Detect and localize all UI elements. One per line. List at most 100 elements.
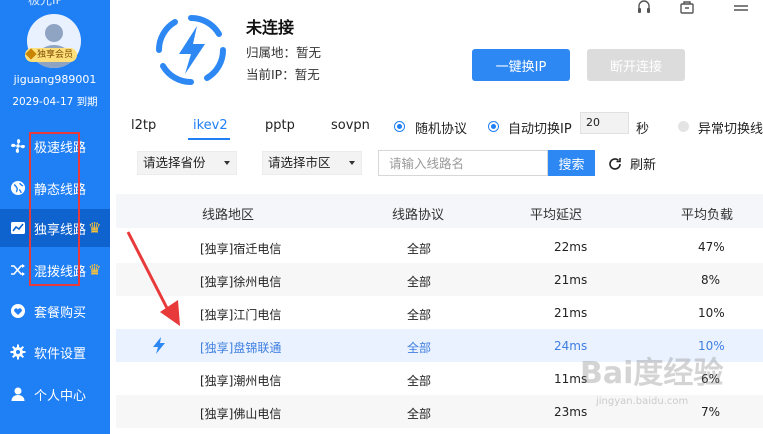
sidebar-item-label: 独享线路 bbox=[34, 222, 87, 238]
cell-protocol: 全部 bbox=[407, 341, 432, 355]
column-header-latency: 平均延迟 bbox=[530, 208, 583, 223]
connection-status: 未连接 bbox=[246, 18, 295, 37]
random-protocol-label: 随机协议 bbox=[415, 122, 468, 137]
minimize-icon[interactable] bbox=[733, 0, 749, 14]
disconnect-button[interactable]: 断开连接 bbox=[587, 49, 685, 81]
user-icon bbox=[10, 386, 26, 402]
shuffle-icon bbox=[10, 262, 26, 278]
cell-protocol: 全部 bbox=[407, 308, 432, 322]
city-select-value: 请选择市区 bbox=[268, 155, 331, 170]
location-value: 暂无 bbox=[296, 45, 322, 60]
cell-latency: 21ms bbox=[554, 306, 588, 320]
ip-value: 暂无 bbox=[294, 67, 320, 82]
share-icon[interactable] bbox=[679, 0, 695, 14]
diamond-icon bbox=[25, 48, 37, 60]
city-select[interactable]: 请选择市区 bbox=[262, 151, 362, 175]
tab-l2tp[interactable]: l2tp bbox=[131, 118, 156, 133]
sidebar-item-dedicated-lines[interactable]: 独享线路 ♛ bbox=[0, 209, 110, 247]
auto-switch-label: 自动切换IP bbox=[508, 122, 572, 137]
cell-latency: 21ms bbox=[554, 273, 588, 287]
seconds-unit: 秒 bbox=[636, 122, 650, 137]
cell-load: 6% bbox=[701, 372, 721, 386]
cell-region: [独享]徐州电信 bbox=[200, 275, 282, 289]
table-row[interactable]: [独享]佛山电信 全部 23ms 7% bbox=[116, 395, 763, 428]
cell-load: 10% bbox=[698, 306, 725, 320]
table-row[interactable]: [独享]宿迁电信 全部 22ms 47% bbox=[116, 230, 763, 263]
cell-load: 10% bbox=[698, 339, 725, 353]
cell-protocol: 全部 bbox=[407, 242, 432, 256]
auto-switch-radio[interactable] bbox=[488, 121, 499, 132]
province-select-value: 请选择省份 bbox=[143, 155, 206, 170]
sidebar-item-profile[interactable]: 个人中心 bbox=[0, 375, 110, 413]
sidebar-item-packages[interactable]: 套餐购买 bbox=[0, 292, 110, 330]
active-tab-underline bbox=[188, 138, 230, 140]
column-header-protocol: 线路协议 bbox=[392, 208, 445, 223]
tab-sovpn[interactable]: sovpn bbox=[331, 118, 370, 133]
cell-region: [独享]佛山电信 bbox=[200, 407, 282, 421]
table-header: 线路地区 线路协议 平均延迟 平均负载 bbox=[116, 194, 763, 228]
gear-icon bbox=[10, 344, 26, 360]
caret-down-icon bbox=[349, 161, 355, 165]
table-row-current[interactable]: [独享]盘锦联通 全部 24ms 10% bbox=[116, 329, 763, 362]
globe-icon bbox=[10, 180, 26, 196]
fan-icon bbox=[10, 138, 26, 154]
change-ip-button[interactable]: 一键换IP bbox=[472, 49, 570, 81]
expire-date: 2029-04-17 到期 bbox=[12, 96, 98, 108]
sidebar: 极光IP 独享会员 jiguang989001 2029-04-17 到期 极速… bbox=[0, 0, 110, 434]
cell-protocol: 全部 bbox=[407, 275, 432, 289]
sidebar-item-label: 套餐购买 bbox=[34, 305, 87, 321]
caret-down-icon bbox=[224, 161, 230, 165]
cell-load: 47% bbox=[698, 240, 725, 254]
cell-protocol: 全部 bbox=[407, 407, 432, 421]
cell-region: [独享]盘锦联通 bbox=[200, 341, 282, 355]
cell-region: [独享]江门电信 bbox=[200, 308, 282, 322]
location-label: 归属地： bbox=[246, 45, 297, 60]
sidebar-item-label: 极速线路 bbox=[34, 140, 87, 156]
column-header-region: 线路地区 bbox=[202, 208, 255, 223]
cell-load: 8% bbox=[701, 273, 721, 287]
crown-icon: ♛ bbox=[88, 260, 102, 279]
username: jiguang989001 bbox=[13, 73, 97, 86]
refresh-label: 刷新 bbox=[630, 158, 657, 173]
sidebar-item-fast-lines[interactable]: 极速线路 bbox=[0, 127, 110, 165]
crown-icon: ♛ bbox=[88, 218, 102, 237]
line-search-input[interactable] bbox=[378, 150, 548, 176]
tab-ikev2[interactable]: ikev2 bbox=[193, 118, 228, 133]
abnormal-switch-label: 异常切换线 bbox=[698, 122, 763, 137]
cell-latency: 24ms bbox=[554, 339, 588, 353]
sidebar-item-mixed-lines[interactable]: 混拨线路 ♛ bbox=[0, 251, 110, 289]
lightning-icon bbox=[153, 337, 165, 354]
cell-latency: 11ms bbox=[554, 372, 588, 386]
cell-latency: 23ms bbox=[554, 405, 588, 419]
chart-icon bbox=[10, 220, 26, 236]
connection-status-logo bbox=[155, 14, 227, 86]
auto-switch-seconds-input[interactable]: 20 bbox=[580, 112, 629, 134]
cell-latency: 22ms bbox=[554, 240, 588, 254]
tab-pptp[interactable]: pptp bbox=[265, 118, 295, 133]
cell-load: 7% bbox=[701, 405, 721, 419]
abnormal-switch-radio[interactable] bbox=[678, 121, 689, 132]
sidebar-item-label: 静态线路 bbox=[34, 182, 87, 198]
province-select[interactable]: 请选择省份 bbox=[137, 151, 237, 175]
table-row[interactable]: [独享]江门电信 全部 21ms 10% bbox=[116, 296, 763, 329]
app-name: 极光IP bbox=[28, 0, 63, 7]
sidebar-item-static-lines[interactable]: 静态线路 bbox=[0, 169, 110, 207]
sidebar-item-label: 软件设置 bbox=[34, 346, 87, 362]
location-info: 归属地：暂无 bbox=[246, 42, 321, 61]
cell-protocol: 全部 bbox=[407, 374, 432, 388]
headset-icon[interactable] bbox=[636, 0, 652, 14]
search-button[interactable]: 搜索 bbox=[548, 150, 595, 176]
sidebar-item-settings[interactable]: 软件设置 bbox=[0, 333, 110, 371]
sidebar-item-label: 个人中心 bbox=[34, 388, 87, 404]
vip-badge: 独享会员 bbox=[25, 48, 78, 62]
cell-region: [独享]宿迁电信 bbox=[200, 242, 282, 256]
vip-badge-label: 独享会员 bbox=[37, 50, 74, 60]
table-row[interactable]: [独享]徐州电信 全部 21ms 8% bbox=[116, 263, 763, 296]
column-header-load: 平均负载 bbox=[681, 208, 734, 223]
refresh-icon bbox=[609, 157, 621, 170]
ip-info: 当前IP：暂无 bbox=[246, 64, 320, 83]
random-protocol-radio[interactable] bbox=[394, 121, 405, 132]
cell-region: [独享]潮州电信 bbox=[200, 374, 282, 388]
refresh-button[interactable]: 刷新 bbox=[608, 154, 656, 173]
table-row[interactable]: [独享]潮州电信 全部 11ms 6% bbox=[116, 362, 763, 395]
